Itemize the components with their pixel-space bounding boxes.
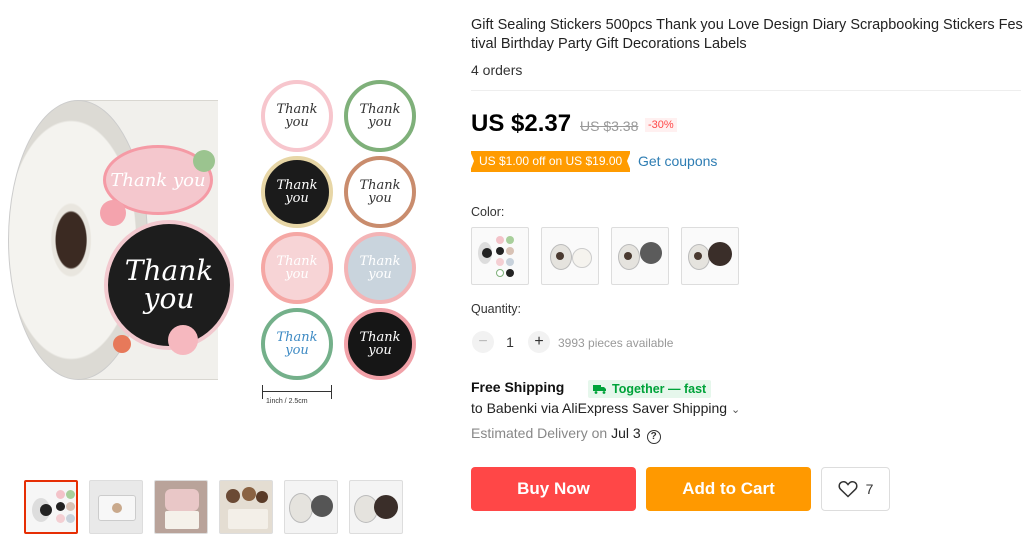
wishlist-button[interactable]: 7 [821,467,890,511]
grid-sticker-5: Thank you [261,232,333,304]
grid-sticker-1: Thank you [261,80,333,152]
thumbnail-3[interactable] [154,480,208,534]
orders-count: 4 orders [471,62,523,78]
color-option-3[interactable] [611,227,669,285]
thumbnail-2[interactable] [89,480,143,534]
estimated-delivery: Estimated Delivery on Jul 3? [471,425,661,444]
pieces-available: 3993 pieces available [558,336,674,350]
truck-icon [593,385,606,394]
quantity-label: Quantity: [471,302,522,316]
coupon-tag[interactable]: US $1.00 off on US $19.00 [469,151,632,172]
size-ruler [262,385,332,399]
grid-sticker-8: Thank you [344,308,416,380]
color-option-4[interactable] [681,227,739,285]
thumbnail-6[interactable] [349,480,403,534]
original-price: US $3.38 [580,118,639,134]
quantity-input[interactable]: 1 [500,334,520,350]
cut-off-row [471,528,771,535]
grid-sticker-6: Thank you [344,232,416,304]
together-fast-badge: Together — fast [588,380,712,398]
divider [471,90,1021,91]
help-icon[interactable]: ? [646,430,661,444]
grid-sticker-7: Thank you [261,308,333,380]
together-fast-text: Together — fast [612,382,707,396]
shipping-destination-text: to Babenki via AliExpress Saver Shipping [471,400,728,416]
shipping-destination[interactable]: to Babenki via AliExpress Saver Shipping… [471,400,740,416]
product-title: Gift Sealing Stickers 500pcs Thank you L… [471,17,1023,52]
big-sticker: Thank you [104,220,234,350]
sticker-roll: Thank you Thank you [8,100,238,390]
add-to-cart-button[interactable]: Add to Cart [646,467,811,511]
color-option-1[interactable] [471,227,529,285]
thumbnail-5[interactable] [284,480,338,534]
color-label: Color: [471,205,505,219]
chevron-down-icon: ⌄ [731,404,741,416]
grid-sticker-3: Thank you [261,156,333,228]
grid-sticker-2: Thank you [344,80,416,152]
wishlist-count: 7 [865,481,874,497]
delivery-prefix: Estimated Delivery on [471,425,608,441]
thumbnail-strip [24,480,403,534]
size-label: 1inch / 2.5cm [266,398,308,405]
thumbnail-4[interactable] [219,480,273,534]
quantity-increase-button[interactable]: + [528,331,550,353]
grid-sticker-4: Thank you [344,156,416,228]
color-swatches [471,227,739,285]
discount-badge: -30% [645,118,677,132]
heart-icon [838,480,858,498]
free-shipping-label: Free Shipping [471,379,565,395]
current-price: US $2.37 [471,110,572,137]
quantity-decrease-button[interactable]: − [472,331,494,353]
buy-now-button[interactable]: Buy Now [471,467,636,511]
main-product-image: Thank you Thank you Thank you Thank you … [0,55,450,415]
get-coupons-link[interactable]: Get coupons [638,153,717,169]
color-option-2[interactable] [541,227,599,285]
thumbnail-1[interactable] [24,480,78,534]
delivery-date: Jul 3 [611,425,641,441]
